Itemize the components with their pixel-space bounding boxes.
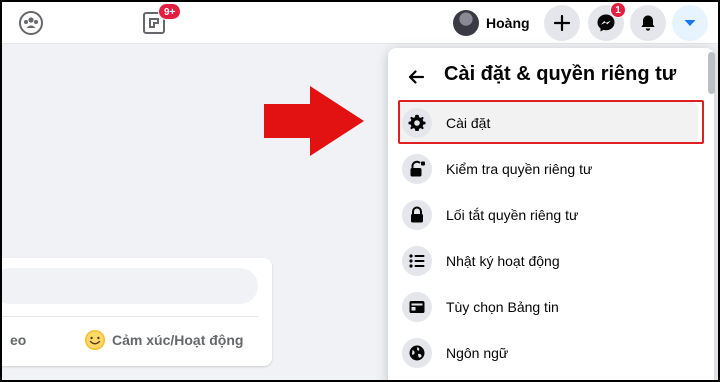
menu-item-label: Tùy chọn Bảng tin [446, 299, 559, 315]
smiley-icon [85, 330, 105, 350]
gaming-notification-badge: 9+ [158, 3, 182, 20]
create-button[interactable] [544, 5, 580, 41]
menu-item-label: Nhật ký hoạt động [446, 253, 560, 269]
highlight-box [398, 100, 704, 144]
composer-input[interactable] [2, 268, 258, 304]
composer-divider [2, 316, 258, 317]
caret-down-icon [684, 20, 696, 26]
lock-icon [402, 200, 432, 230]
settings-privacy-menu: Cài đặt & quyền riêng tư Cài đặt Kiểm tr… [388, 48, 714, 380]
feeling-activity-label: Cảm xúc/Hoạt động [112, 332, 244, 348]
menu-item-news-feed-preferences[interactable]: Tùy chọn Bảng tin [398, 286, 698, 328]
plus-icon [554, 15, 570, 31]
top-navigation-bar: 9+ Hoàng 1 [2, 2, 718, 44]
globe-icon [402, 338, 432, 368]
menu-item-privacy-checkup[interactable]: Kiểm tra quyền riêng tư [398, 148, 698, 190]
avatar [453, 10, 479, 36]
news-feed-icon [402, 292, 432, 322]
list-icon [402, 246, 432, 276]
menu-item-label: Kiểm tra quyền riêng tư [446, 161, 593, 177]
menu-item-label: Lối tắt quyền riêng tư [446, 207, 579, 223]
bell-icon [641, 15, 655, 31]
menu-item-label: Ngôn ngữ [446, 345, 509, 361]
menu-header: Cài đặt & quyền riêng tư [388, 60, 688, 92]
menu-title: Cài đặt & quyền riêng tư [444, 63, 677, 85]
feeling-activity-button[interactable]: Cảm xúc/Hoạt động [84, 329, 243, 351]
account-menu-button[interactable] [672, 5, 708, 41]
red-arrow-icon [264, 86, 364, 156]
lock-check-icon [402, 154, 432, 184]
menu-item-privacy-shortcuts[interactable]: Lối tắt quyền riêng tư [398, 194, 698, 236]
menu-scrollbar[interactable] [708, 52, 715, 94]
notifications-button[interactable] [630, 5, 666, 41]
messenger-notification-badge: 1 [610, 2, 626, 18]
app-frame: 9+ Hoàng 1 eo Cảm xúc/Hoạt động Cài đặt … [2, 2, 718, 380]
profile-button[interactable]: Hoàng [450, 7, 536, 39]
back-arrow-icon[interactable] [406, 67, 426, 87]
menu-item-activity-log[interactable]: Nhật ký hoạt động [398, 240, 698, 282]
profile-name: Hoàng [486, 15, 530, 31]
menu-item-language[interactable]: Ngôn ngữ [398, 332, 698, 374]
groups-icon[interactable] [18, 10, 44, 36]
live-video-label[interactable]: eo [10, 332, 26, 348]
